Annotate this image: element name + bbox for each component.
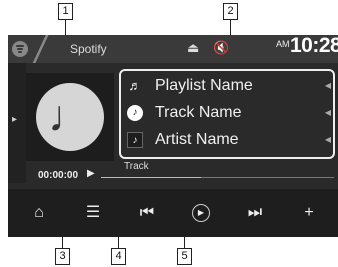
clock-time: 10:28 [290,35,338,57]
callout-4: 4 [111,248,126,265]
playlist-icon: ♬ [128,78,142,93]
callout-3: 3 [55,248,70,265]
chevron-left-icon: ◀ [324,81,331,90]
previous-button[interactable]: ⏮ [130,197,164,229]
add-button[interactable]: + [292,197,326,229]
playback-status-icon: ▶ [87,168,95,179]
next-button[interactable]: ⏭ [238,197,272,229]
track-info-panel[interactable]: ♬ Playlist Name ◀ ♪ Track Name ◀ ♪ Artis… [119,69,335,159]
home-icon: ⌂ [34,204,44,221]
menu-icon: ☰ [85,204,101,221]
playlist-name: Playlist Name [155,77,253,94]
play-pause-button[interactable]: ▶ [184,197,218,229]
spotify-logo-icon[interactable] [12,41,28,57]
side-panel-tab[interactable]: ▸ [8,63,26,183]
home-button[interactable]: ⌂ [22,197,56,229]
chevron-left-icon: ◀ [324,108,331,117]
divider [28,35,54,63]
album-artwork: ♩ [26,73,114,161]
progress-bar[interactable] [101,177,334,178]
artist-row[interactable]: ♪ Artist Name ◀ [127,127,331,153]
default-artwork-disc: ♩ [36,83,104,151]
callout-1: 1 [58,3,73,20]
callout-5: 5 [177,248,192,265]
control-bar: ⌂ ☰ ⏮ ▶ ⏭ + [8,189,338,237]
previous-track-icon: ⏮ [139,204,155,221]
progress-label: Track [124,161,149,172]
elapsed-time: 00:00:00 [38,170,79,181]
menu-button[interactable]: ☰ [76,197,110,229]
source-title: Spotify [70,42,107,56]
head-unit-screen: Spotify ⏏ 🔇 AM 10:28 ▸ ♩ ♬ Playlist Name… [8,35,338,237]
clock-ampm: AM [276,39,290,49]
track-row[interactable]: ♪ Track Name ◀ [127,100,331,126]
track-name: Track Name [155,104,242,121]
play-pause-icon: ▶ [192,203,210,222]
next-track-icon: ⏭ [247,204,263,221]
eject-icon[interactable]: ⏏ [187,40,199,56]
plus-icon: + [304,204,314,221]
playlist-row[interactable]: ♬ Playlist Name ◀ [127,73,332,99]
progress-fill [101,177,202,178]
chevron-left-icon: ◀ [324,135,331,144]
callout-2: 2 [223,3,238,20]
artist-name: Artist Name [155,131,239,148]
status-bar: Spotify ⏏ 🔇 AM 10:28 [8,35,338,63]
mute-icon: 🔇 [213,40,230,55]
artist-icon: ♪ [127,132,143,148]
chevron-right-icon: ▸ [12,114,18,125]
track-icon: ♪ [127,105,143,121]
music-note-icon: ♩ [48,92,92,141]
